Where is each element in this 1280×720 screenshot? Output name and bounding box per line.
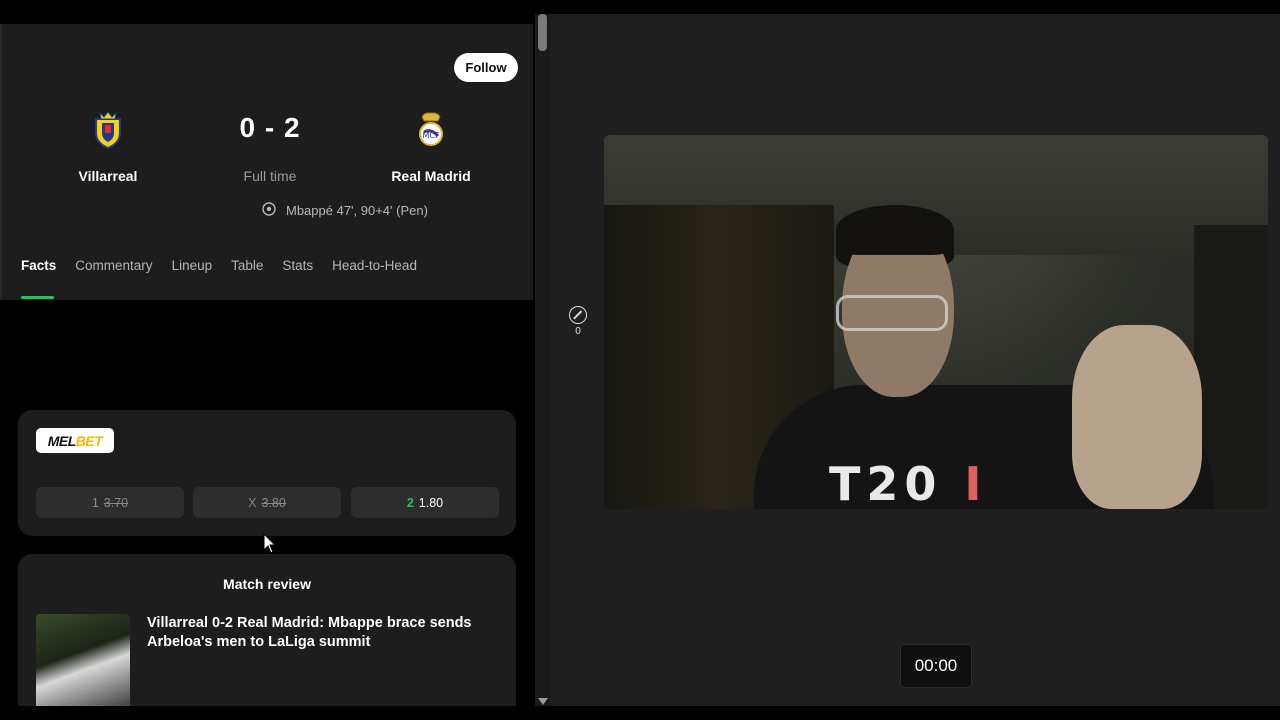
odds-home-value: 3.70 [103, 495, 129, 510]
top-letterbox [0, 0, 1280, 14]
recording-timer: 00:00 [900, 644, 972, 688]
villarreal-crest-icon[interactable] [90, 110, 126, 150]
tab-head-to-head[interactable]: Head-to-Head [332, 256, 417, 298]
side-indicator[interactable]: 0 [569, 306, 587, 337]
odds-draw-value: 3.80 [261, 495, 286, 510]
real-madrid-crest-icon[interactable]: MCF [413, 110, 449, 150]
scorer-text[interactable]: Mbappé 47', 90+4' (Pen) [286, 203, 428, 218]
odds-home-button[interactable]: 1 3.70 [36, 487, 184, 518]
tab-stats[interactable]: Stats [282, 256, 313, 298]
odds-card: MEL BET 1 3.70 X 3.80 2 1.80 [18, 410, 516, 536]
scrollbar-thumb[interactable] [538, 14, 547, 51]
shirt-print: T20 I [829, 457, 1029, 509]
odds-home-label: 1 [91, 495, 99, 510]
match-review-card[interactable]: Match review Villarreal 0-2 Real Madrid:… [18, 554, 516, 706]
odds-away-label: 2 [406, 495, 414, 510]
goal-scorers: Mbappé 47', 90+4' (Pen) [262, 202, 428, 219]
match-header: Follow Villarreal 0 - 2 Full time MCF Re… [0, 24, 533, 300]
logo-part-2: BET [75, 432, 103, 449]
webcam-panel: 0 T20 I 00:00 [550, 14, 1280, 706]
side-indicator-count: 0 [575, 326, 581, 337]
odds-away-value: 1.80 [418, 495, 444, 510]
review-thumbnail[interactable] [36, 614, 130, 706]
review-headline[interactable]: Villarreal 0-2 Real Madrid: Mbappe brace… [147, 614, 497, 652]
shirt-print-part-3: I [964, 457, 988, 509]
mouse-cursor-icon [263, 533, 277, 554]
scrollbar[interactable] [535, 14, 550, 706]
review-section-title: Match review [223, 576, 311, 592]
tab-lineup[interactable]: Lineup [172, 256, 213, 298]
home-team-name[interactable]: Villarreal [38, 168, 178, 184]
bottom-letterbox [0, 706, 1280, 720]
webcam-feed: T20 I [604, 135, 1268, 509]
tab-facts[interactable]: Facts [21, 256, 56, 299]
shirt-print-part-1: T2 [829, 457, 905, 509]
away-team-name[interactable]: Real Madrid [361, 168, 501, 184]
shirt-print-part-2: 0 [904, 457, 943, 509]
odds-draw-label: X [248, 495, 257, 510]
melbet-logo[interactable]: MEL BET [36, 428, 114, 453]
slash-circle-icon [569, 306, 587, 324]
tab-commentary[interactable]: Commentary [75, 256, 152, 298]
match-page: Follow Villarreal 0 - 2 Full time MCF Re… [0, 14, 535, 706]
scroll-down-arrow-icon[interactable] [538, 698, 548, 705]
logo-part-1: MEL [47, 432, 77, 449]
follow-button[interactable]: Follow [454, 53, 518, 82]
match-tabs: Facts Commentary Lineup Table Stats Head… [2, 256, 535, 300]
football-icon [262, 202, 276, 219]
match-status: Full time [243, 168, 297, 184]
tab-table[interactable]: Table [231, 256, 263, 298]
match-score: 0 - 2 [239, 112, 301, 143]
odds-draw-button[interactable]: X 3.80 [193, 487, 341, 518]
odds-away-button[interactable]: 2 1.80 [351, 487, 499, 518]
svg-text:MCF: MCF [422, 131, 439, 140]
